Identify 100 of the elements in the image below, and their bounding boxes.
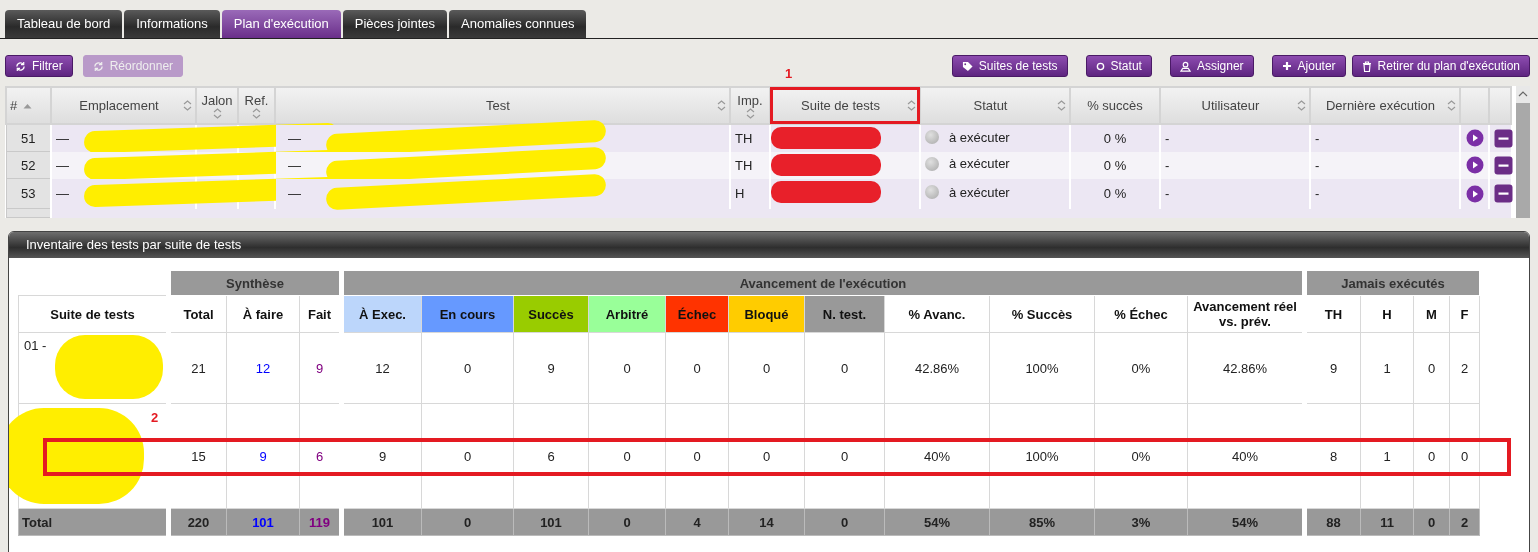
sort-icon <box>1447 100 1456 111</box>
column-header: Échec <box>665 295 729 333</box>
column-header[interactable]: Utilisateur <box>1160 87 1310 124</box>
table-cell: — <box>56 157 69 173</box>
table-cell: 0% <box>1094 403 1188 509</box>
group-header: Avancement de l'exécution <box>341 270 1305 296</box>
column-header[interactable]: Test <box>275 87 730 124</box>
column-header: % Échec <box>1094 295 1188 333</box>
group-header: Jamais exécutés <box>1304 270 1480 296</box>
table-cell: 6 <box>513 403 589 509</box>
status-dot-icon <box>925 156 939 171</box>
table-cell: 9 <box>1304 332 1361 404</box>
column-header: À faire <box>226 295 300 333</box>
refresh-icon <box>15 60 26 72</box>
toolbar-button[interactable]: Retirer du plan d'exécution <box>1351 55 1530 77</box>
column-header: M <box>1413 295 1450 333</box>
column-header[interactable]: Imp. <box>730 87 770 124</box>
table-cell: 9 <box>513 332 589 404</box>
annotation-number: 1 <box>785 66 793 81</box>
remove-icon[interactable] <box>1494 184 1513 203</box>
table-cell: 1 <box>1360 332 1414 404</box>
column-header[interactable]: % succès <box>1070 87 1160 124</box>
table-cell: 42.86% <box>884 332 990 404</box>
table-cell: 14 <box>728 508 805 536</box>
tag-icon <box>961 60 973 72</box>
toolbar-button[interactable]: Statut <box>1085 55 1152 77</box>
sort-icon <box>212 107 222 119</box>
sort-icon <box>183 100 192 111</box>
table-cell: 0 <box>728 403 805 509</box>
table-cell: 0 <box>588 403 666 509</box>
toolbar-button[interactable]: Filtrer <box>5 55 73 77</box>
table-cell: 9 <box>226 403 300 509</box>
sort-icon <box>1057 100 1066 111</box>
scrollbar[interactable] <box>1516 86 1530 218</box>
tab[interactable]: Plan d'exécution <box>221 10 341 38</box>
remove-icon[interactable] <box>1494 155 1513 175</box>
table-cell: TH <box>730 151 770 179</box>
table-cell: 12 <box>341 332 422 404</box>
table-cell: 101 <box>226 508 300 536</box>
table-cell-text: — <box>287 186 301 201</box>
trash-icon <box>1361 60 1372 72</box>
table-cell: 0 % <box>1070 124 1160 152</box>
table-cell: 88 <box>1304 508 1361 536</box>
table-cell: - <box>1160 151 1310 179</box>
panel-title: Inventaire des tests par suite de tests <box>9 232 1529 258</box>
sort-icon <box>745 107 755 119</box>
table-cell: 100% <box>989 403 1095 509</box>
status-dot-icon <box>925 130 939 144</box>
toolbar-button[interactable]: Ajouter <box>1271 55 1346 77</box>
sort-icon <box>907 100 916 111</box>
remove-icon[interactable] <box>1494 128 1513 148</box>
table-cell: 21 <box>168 332 227 404</box>
status-text: à exécuter <box>949 184 1010 200</box>
tab[interactable]: Anomalies connues <box>449 10 587 38</box>
column-header: N. test. <box>804 295 885 333</box>
table-cell: 0 <box>421 332 514 404</box>
total-label: Total <box>18 508 169 536</box>
table-cell: 3% <box>1094 508 1188 536</box>
table-cell-text: — <box>287 130 301 146</box>
tab[interactable]: Pièces jointes <box>342 10 447 38</box>
table-cell: 2 <box>1449 332 1480 404</box>
toolbar-button[interactable]: Assigner <box>1169 55 1254 77</box>
table-cell: 0 <box>1413 403 1450 509</box>
column-header[interactable]: Dernière exécution <box>1310 87 1460 124</box>
column-header: % Succès <box>989 295 1095 333</box>
table-cell: 0 <box>1449 403 1480 509</box>
table-cell: 0 <box>804 508 885 536</box>
status-dot-icon <box>925 185 939 200</box>
group-header: Synthèse <box>168 270 342 296</box>
column-header[interactable]: Emplacement <box>51 87 196 124</box>
column-header[interactable]: Statut <box>920 87 1070 124</box>
table-cell: 0 <box>421 403 514 509</box>
column-header: Succès <box>513 295 589 333</box>
table-cell: 0 <box>421 508 514 536</box>
play-icon[interactable] <box>1465 184 1484 203</box>
table-cell: 0 % <box>1070 178 1160 209</box>
tab[interactable]: Informations <box>124 10 220 38</box>
column-header[interactable]: Jalon <box>196 87 238 124</box>
scroll-up-icon[interactable] <box>1518 90 1528 97</box>
tab[interactable]: Tableau de bord <box>5 10 123 38</box>
table-cell: 40% <box>884 403 990 509</box>
plus-icon <box>1281 61 1292 71</box>
person-icon <box>1179 60 1191 72</box>
table-cell: 101 <box>341 508 422 536</box>
column-header: En cours <box>421 295 514 333</box>
column-header: Arbitré <box>588 295 666 333</box>
play-icon[interactable] <box>1465 156 1484 174</box>
column-header: % Avanc. <box>884 295 990 333</box>
play-icon[interactable] <box>1465 129 1484 148</box>
sort-icon <box>1297 100 1306 111</box>
table-cell: - <box>1310 151 1460 179</box>
column-header: Bloqué <box>728 295 805 333</box>
column-header[interactable]: # <box>6 87 51 124</box>
column-header[interactable]: Ref. <box>238 87 275 124</box>
table-cell: 0 <box>665 332 729 404</box>
table-cell: 0 <box>804 403 885 509</box>
toolbar-button[interactable]: Suites de tests <box>951 55 1068 77</box>
column-header: Total <box>168 295 227 333</box>
status-text: à exécuter <box>949 156 1010 172</box>
table-cell: - <box>1160 124 1310 152</box>
